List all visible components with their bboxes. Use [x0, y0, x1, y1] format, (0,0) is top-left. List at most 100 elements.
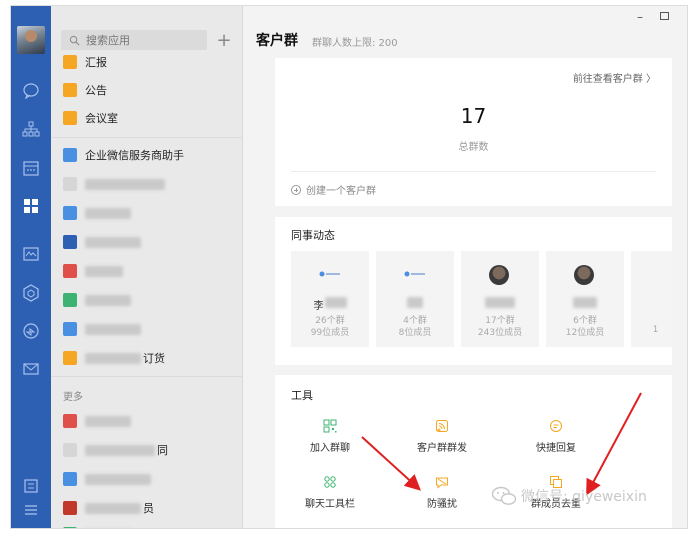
drive-icon[interactable] [22, 284, 40, 302]
sidebar-item-label: 员 [143, 502, 154, 515]
toolbar-icon [324, 476, 336, 488]
sidebar-item-label: 汇报 [85, 56, 107, 69]
colleague-member-count: 8位成员 [398, 328, 432, 338]
blurred-label [85, 444, 155, 456]
blurred-label [85, 323, 141, 335]
app-icon [63, 293, 77, 307]
sidebar-item-order[interactable]: 订货 [51, 344, 243, 372]
maximize-button[interactable] [660, 12, 669, 20]
group-count: 17 [460, 104, 487, 128]
sidebar-item-label: 会议室 [85, 112, 118, 125]
blurred-label [85, 502, 141, 514]
sidebar-item-announcement[interactable]: 公告 [51, 76, 243, 104]
app-icon [63, 235, 77, 249]
sidebar-item-blurred[interactable]: 员 [51, 494, 243, 522]
colleague-card-partial[interactable]: 1 [631, 251, 672, 347]
app-icon [63, 472, 77, 486]
colleague-activity-card: 同事动态 李 26个群 99位成员 4个群 8位成员 17个群 243位成员 6… [275, 217, 672, 365]
blurred-label [85, 352, 141, 364]
sidebar-item-service-assistant[interactable]: 企业微信服务商助手 [51, 141, 243, 169]
colleague-card[interactable]: 李 26个群 99位成员 [291, 251, 369, 347]
tool-chat-toolbar[interactable]: 聊天工具栏 [275, 475, 385, 510]
create-group-label: 创建一个客户群 [306, 186, 376, 197]
tools-heading: 工具 [291, 389, 313, 402]
colleague-avatar [574, 265, 594, 285]
mail-icon[interactable] [22, 360, 40, 378]
sidebar-item-blurred[interactable] [51, 465, 243, 493]
search-box[interactable] [61, 30, 207, 50]
doc-icon[interactable] [22, 245, 40, 263]
settings-icon[interactable] [22, 477, 40, 495]
sidebar-item-label: 企业微信服务商助手 [85, 149, 184, 162]
sidebar-item-blurred[interactable] [51, 199, 243, 227]
tool-label: 加入群聊 [310, 443, 350, 454]
sidebar-item-report[interactable]: 汇报 [51, 48, 243, 76]
divider [51, 137, 243, 138]
app-icon [63, 206, 77, 220]
colleague-card[interactable]: 17个群 243位成员 [461, 251, 539, 347]
org-icon[interactable] [22, 120, 40, 138]
minimize-button[interactable]: – [637, 10, 643, 24]
blurred-label [85, 473, 151, 485]
tool-label: 防骚扰 [427, 499, 457, 510]
colleague-member-count: 12位成员 [565, 328, 605, 338]
meeting-room-icon [63, 111, 77, 125]
workbench-icon[interactable] [22, 197, 40, 215]
app-icon [63, 527, 77, 528]
menu-icon[interactable] [22, 501, 40, 519]
sidebar-item-blurred[interactable] [51, 407, 243, 435]
create-group-button[interactable]: 创建一个客户群 [291, 182, 376, 197]
app-icon [63, 414, 77, 428]
tool-group-broadcast[interactable]: 客户群群发 [387, 419, 497, 454]
colleague-card[interactable]: 4个群 8位成员 [376, 251, 454, 347]
assistant-icon [63, 148, 77, 162]
tool-label: 快捷回复 [536, 443, 576, 454]
add-circle-icon [291, 184, 301, 195]
title-bar: 客户群 群聊人数上限: 200 – [243, 6, 687, 64]
tool-join-group[interactable]: 加入群聊 [275, 419, 385, 454]
company-logo-icon [404, 271, 425, 277]
app-icon [63, 264, 77, 278]
wechat-logo-icon [491, 486, 517, 505]
sidebar-item-blurred[interactable] [51, 257, 243, 285]
app-icon [63, 501, 77, 515]
view-groups-link[interactable]: 前往查看客户群 〉 [573, 70, 656, 85]
more-section-label: 更多 [63, 392, 83, 403]
user-avatar[interactable] [17, 26, 45, 54]
main-panel: 客户群 群聊人数上限: 200 – 前往查看客户群 〉 17 总群数 创建一个客… [243, 6, 687, 528]
search-icon [69, 35, 80, 45]
sidebar-item-meeting-room[interactable]: 会议室 [51, 104, 243, 132]
tool-label: 聊天工具栏 [305, 499, 355, 510]
blurred-label [85, 207, 131, 219]
app-icon [63, 322, 77, 336]
tool-label: 客户群群发 [417, 443, 467, 454]
meeting-icon[interactable] [22, 322, 40, 340]
colleague-activity-heading: 同事动态 [291, 229, 335, 242]
sidebar-item-blurred[interactable] [51, 520, 243, 528]
announcement-icon [63, 83, 77, 97]
tool-anti-harassment[interactable]: 防骚扰 [387, 475, 497, 510]
qr-icon [323, 419, 337, 433]
chat-icon[interactable] [22, 82, 40, 100]
group-summary-card: 前往查看客户群 〉 17 总群数 创建一个客户群 [275, 58, 672, 206]
reply-icon [550, 420, 562, 432]
colleague-name [461, 297, 539, 308]
sidebar-item-blurred[interactable]: 同 [51, 436, 243, 464]
sidebar-item-blurred[interactable] [51, 286, 243, 314]
sidebar-item-blurred[interactable] [51, 170, 243, 198]
sidebar-item-blurred[interactable] [51, 228, 243, 256]
sidebar-item-label: 同 [157, 444, 168, 457]
blurred-label [85, 236, 141, 248]
sidebar-item-label: 公告 [85, 84, 107, 97]
colleague-card[interactable]: 6个群 12位成员 [546, 251, 624, 347]
add-app-button[interactable]: + [214, 30, 234, 51]
search-input[interactable] [86, 33, 196, 47]
app-sidebar: + 汇报 公告 会议室 企业微信服务商助手 [51, 6, 243, 528]
colleague-member-count: 99位成员 [310, 328, 350, 338]
company-logo-icon [319, 271, 340, 277]
sidebar-item-blurred[interactable] [51, 315, 243, 343]
tool-quick-reply[interactable]: 快捷回复 [501, 419, 611, 454]
app-icon [63, 177, 77, 191]
anti-harass-icon [436, 477, 448, 489]
calendar-icon[interactable] [22, 159, 40, 177]
